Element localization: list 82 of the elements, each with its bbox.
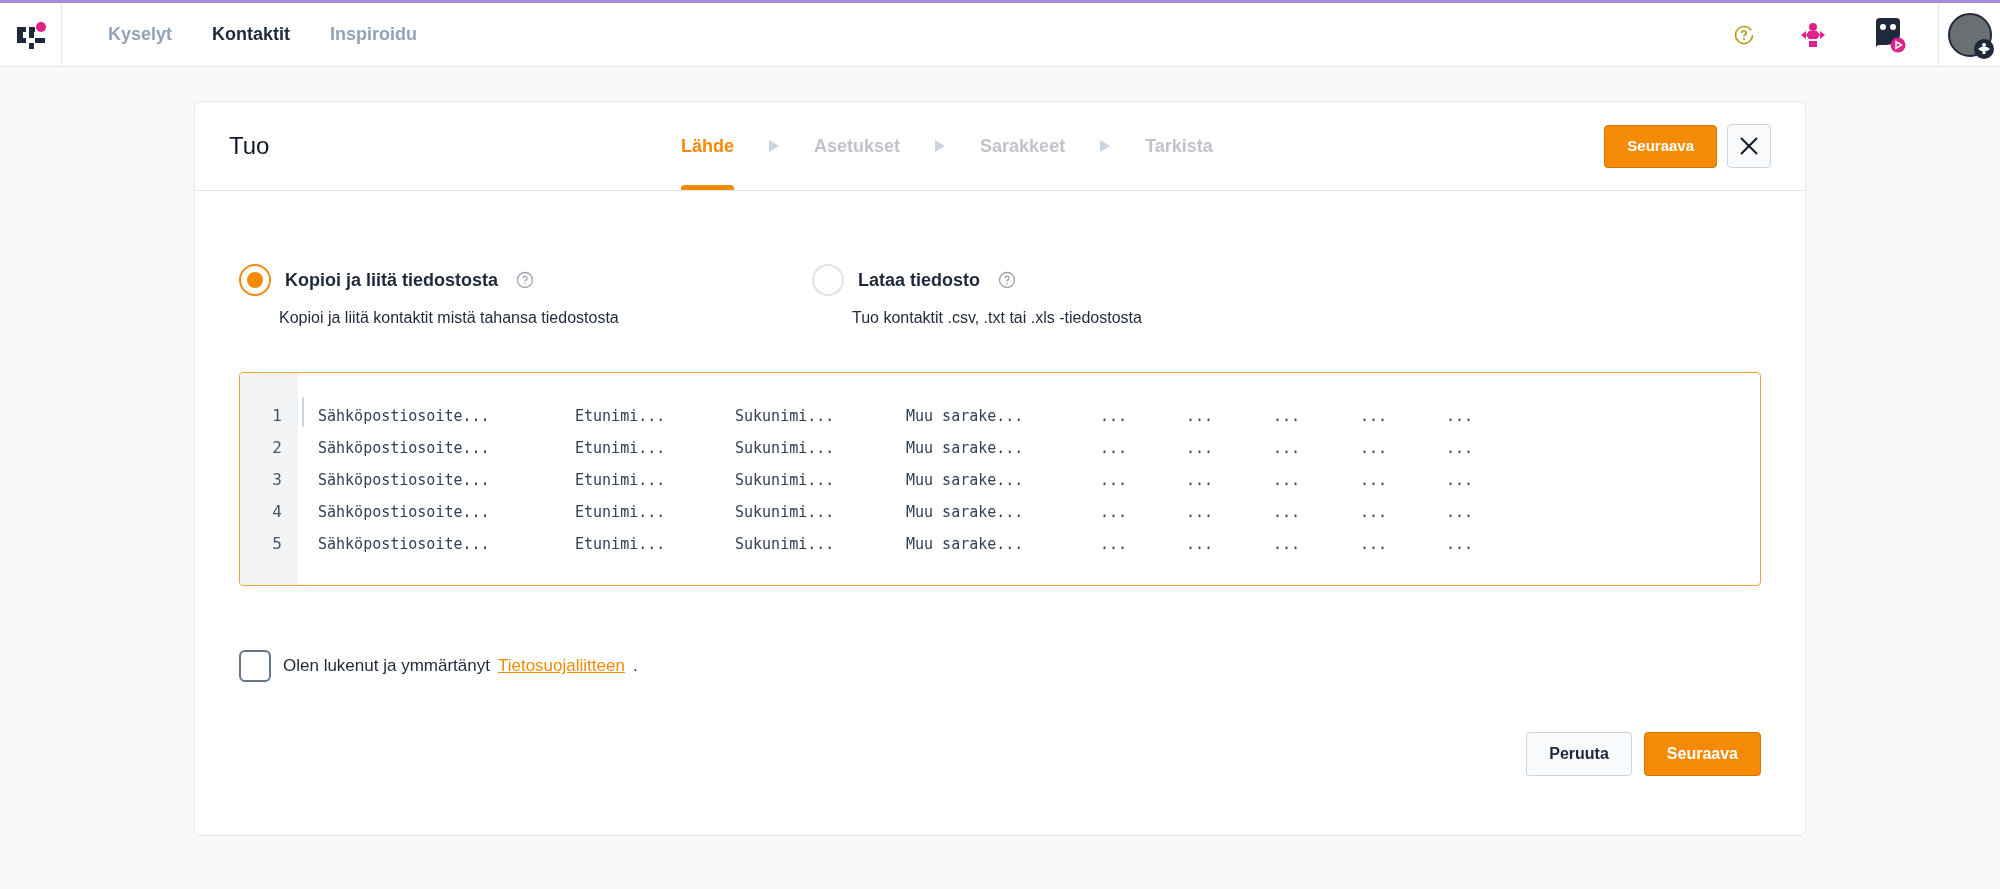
next-button[interactable]: Seuraava [1604, 124, 1717, 168]
code-text: ... [1360, 533, 1389, 555]
step-arrow-icon [768, 139, 780, 153]
code-text: ... [1273, 533, 1302, 555]
cancel-button[interactable]: Peruuta [1526, 732, 1632, 776]
code-text: Etunimi... [575, 405, 667, 427]
step-tab[interactable]: Asetukset [814, 132, 901, 160]
code-text: ... [1446, 405, 1475, 427]
cross-shape-icon[interactable] [1800, 21, 1826, 48]
line-number: 1 [271, 405, 283, 427]
code-editor[interactable] [239, 372, 1761, 586]
code-text: Sukunimi... [735, 469, 836, 491]
option-description: Tuo kontaktit .csv, .txt tai .xls -tiedostosta [852, 308, 1142, 328]
nav-link[interactable]: Kyselyt [108, 21, 173, 48]
code-text: Sukunimi... [735, 501, 836, 523]
line-number: 5 [271, 533, 283, 555]
code-text: ... [1273, 437, 1302, 459]
code-text: Muu sarake... [906, 501, 1025, 523]
code-text: ... [1273, 469, 1302, 491]
step-tab[interactable]: Lähde [681, 132, 734, 160]
close-icon [1739, 136, 1759, 156]
help-icon[interactable] [516, 271, 535, 289]
radio-button[interactable] [239, 264, 271, 296]
code-text: Muu sarake... [906, 533, 1025, 555]
code-text: Muu sarake... [906, 437, 1025, 459]
code-text: ... [1186, 469, 1215, 491]
code-text: ... [1273, 501, 1302, 523]
code-text: Etunimi... [575, 469, 667, 491]
code-text: ... [1100, 405, 1129, 427]
consent-suffix: . [632, 655, 638, 678]
code-text: ... [1360, 469, 1389, 491]
option-label: Kopioi ja liitä tiedostosta [285, 268, 499, 292]
code-text: Sukunimi... [735, 533, 836, 555]
code-text: ... [1100, 437, 1129, 459]
option-label: Lataa tiedosto [858, 268, 981, 292]
code-text: ... [1360, 437, 1389, 459]
code-text: Muu sarake... [906, 405, 1025, 427]
code-text: ... [1186, 437, 1215, 459]
code-text: Sähköpostiosoite... [318, 405, 491, 427]
privacy-link[interactable]: Tietosuojaliitteen [497, 653, 625, 679]
step-tab[interactable]: Tarkista [1145, 132, 1213, 160]
code-text: Sukunimi... [735, 405, 836, 427]
step-arrow-icon [1099, 139, 1112, 153]
code-text: Etunimi... [575, 501, 667, 523]
code-text: ... [1100, 501, 1129, 523]
code-text: Sukunimi... [735, 437, 836, 459]
code-text: ... [1273, 405, 1302, 427]
code-text: ... [1446, 437, 1475, 459]
code-text: ... [1446, 533, 1475, 555]
code-text: Sähköpostiosoite... [318, 437, 491, 459]
next-button[interactable]: Seuraava [1643, 732, 1761, 776]
code-text: ... [1446, 469, 1475, 491]
active-step-indicator [681, 185, 734, 190]
dialog-title: Tuo [229, 131, 271, 161]
code-text: Sähköpostiosoite... [318, 533, 491, 555]
step-arrow-icon [934, 139, 947, 153]
consent-text: Olen lukenut ja ymmärtänyt [283, 655, 490, 678]
code-text: ... [1360, 501, 1389, 523]
code-text: ... [1186, 501, 1215, 523]
step-tab[interactable]: Sarakkeet [980, 132, 1066, 160]
code-text: ... [1360, 405, 1389, 427]
nav-link[interactable]: Inspiroidu [330, 21, 418, 48]
code-text: ... [1100, 533, 1129, 555]
code-text: Etunimi... [575, 533, 667, 555]
code-text: Sähköpostiosoite... [318, 501, 491, 523]
help-icon[interactable] [998, 271, 1017, 289]
code-text: Etunimi... [575, 437, 667, 459]
code-text: ... [1446, 501, 1475, 523]
close-button[interactable] [1727, 124, 1771, 168]
line-number: 4 [271, 501, 283, 523]
nav-link[interactable]: Kontaktit [212, 21, 291, 48]
line-number: 3 [271, 469, 283, 491]
line-number: 2 [271, 437, 283, 459]
code-text: ... [1186, 405, 1215, 427]
consent-checkbox[interactable] [239, 650, 271, 682]
code-text: Muu sarake... [906, 469, 1025, 491]
code-text: ... [1100, 469, 1129, 491]
code-text: ... [1186, 533, 1215, 555]
help-icon[interactable] [1734, 24, 1754, 45]
badge-icon [1973, 38, 1994, 59]
option-description: Kopioi ja liitä kontaktit mistä tahansa tiedostosta [279, 308, 620, 328]
code-text: Sähköpostiosoite... [318, 469, 491, 491]
